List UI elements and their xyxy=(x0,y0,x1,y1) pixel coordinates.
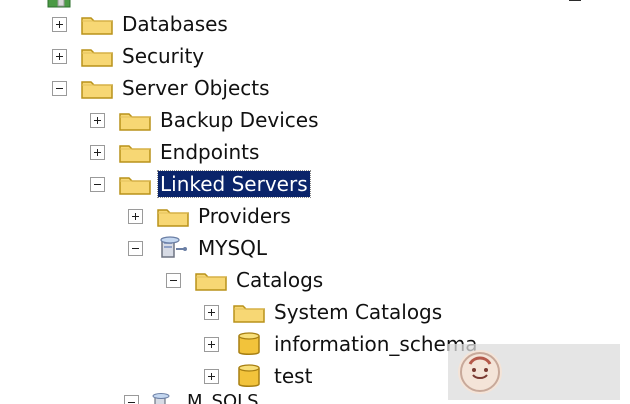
tree-node-catalogs[interactable]: Catalogs xyxy=(166,264,325,296)
tree-node-label: test xyxy=(274,364,313,388)
tree-node-information-schema[interactable]: information_schema xyxy=(204,328,480,360)
tree-node-label: Databases xyxy=(122,12,228,36)
tree-node-label: Endpoints xyxy=(160,140,260,164)
expand-button[interactable] xyxy=(128,208,143,224)
expand-button[interactable] xyxy=(52,48,67,64)
top-clipped-row xyxy=(0,0,630,8)
expand-button[interactable] xyxy=(90,144,105,160)
watermark-logo-icon xyxy=(458,350,502,394)
tree-node-label: Security xyxy=(122,44,205,68)
top-row-artifacts-icon xyxy=(47,0,581,8)
tree-node-label: MYSQL xyxy=(198,236,268,260)
folder-icon xyxy=(232,300,266,324)
folder-icon xyxy=(118,172,152,196)
collapse-button[interactable] xyxy=(52,80,67,96)
tree-node-label: System Catalogs xyxy=(274,300,443,324)
bottom-clipped-row: M_SQLS... xyxy=(124,392,278,404)
collapse-button[interactable] xyxy=(124,394,139,404)
folder-icon xyxy=(194,268,228,292)
linked-server-icon xyxy=(156,235,190,261)
folder-icon xyxy=(156,204,190,228)
tree-node-label: M_SQLS... xyxy=(187,391,276,404)
tree-node-label: Catalogs xyxy=(236,268,324,292)
tree-node-label: Providers xyxy=(198,204,291,228)
tree-node-label-selected: Linked Servers xyxy=(157,170,311,198)
tree-node-endpoints[interactable]: Endpoints xyxy=(90,136,261,168)
collapse-button[interactable] xyxy=(166,272,181,288)
expand-button[interactable] xyxy=(52,16,67,32)
tree-node-label: Server Objects xyxy=(122,76,270,100)
tree-node-system-catalogs[interactable]: System Catalogs xyxy=(204,296,444,328)
expand-button[interactable] xyxy=(204,336,219,352)
folder-icon xyxy=(80,76,114,100)
expand-button[interactable] xyxy=(90,112,105,128)
watermark-badge xyxy=(448,344,620,400)
tree-node-databases[interactable]: Databases xyxy=(52,8,230,40)
folder-icon xyxy=(118,108,152,132)
collapse-button[interactable] xyxy=(90,176,105,192)
database-icon xyxy=(232,363,266,389)
expand-button[interactable] xyxy=(204,368,219,384)
tree-node-security[interactable]: Security xyxy=(52,40,206,72)
object-explorer-tree: Databases Security Server Objects Backup… xyxy=(0,0,630,404)
folder-icon xyxy=(80,12,114,36)
database-icon xyxy=(232,331,266,357)
tree-node-label: Backup Devices xyxy=(160,108,319,132)
tree-node-test[interactable]: test xyxy=(204,360,314,392)
tree-node-linked-servers[interactable]: Linked Servers xyxy=(90,168,311,200)
folder-icon xyxy=(118,140,152,164)
tree-node-providers[interactable]: Providers xyxy=(128,200,293,232)
tree-node-server-objects[interactable]: Server Objects xyxy=(52,72,272,104)
collapse-button[interactable] xyxy=(128,240,143,256)
tree-node-backup-devices[interactable]: Backup Devices xyxy=(90,104,321,136)
folder-icon xyxy=(80,44,114,68)
linked-server-icon xyxy=(149,393,179,404)
tree-node-mysql[interactable]: MYSQL xyxy=(128,232,269,264)
expand-button[interactable] xyxy=(204,304,219,320)
